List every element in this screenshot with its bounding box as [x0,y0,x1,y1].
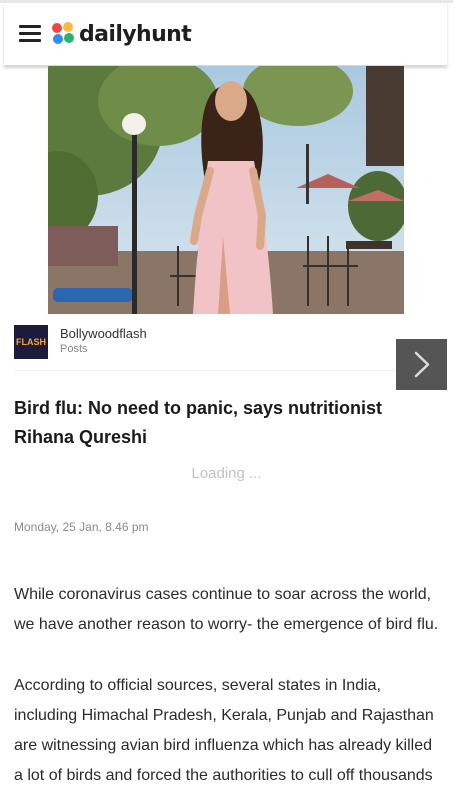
source-logo: FLASH [14,325,48,359]
source-name[interactable]: Bollywoodflash [60,326,147,341]
article-paragraph: According to official sources, several s… [14,677,434,784]
article-paragraph: While coronavirus cases continue to soar… [14,586,439,633]
divider [14,370,398,371]
source-block[interactable]: FLASH Bollywoodflash Posts [14,322,446,372]
chevron-right-icon [414,351,430,378]
dailyhunt-logo[interactable]: dailyhunt [52,17,192,51]
loading-indicator: Loading ... [191,465,262,482]
logo-text: dailyhunt [79,21,192,47]
article-date: Monday, 25 Jan, 8.46 pm [14,520,149,534]
next-article-button[interactable] [396,339,447,390]
article-headline: Bird flu: No need to panic, says nutriti… [14,398,383,447]
hamburger-menu-icon[interactable] [19,24,41,42]
hero-image [48,66,404,314]
dailyhunt-flower-icon [52,22,76,46]
app-header: dailyhunt [4,3,447,66]
source-type: Posts [60,343,88,355]
